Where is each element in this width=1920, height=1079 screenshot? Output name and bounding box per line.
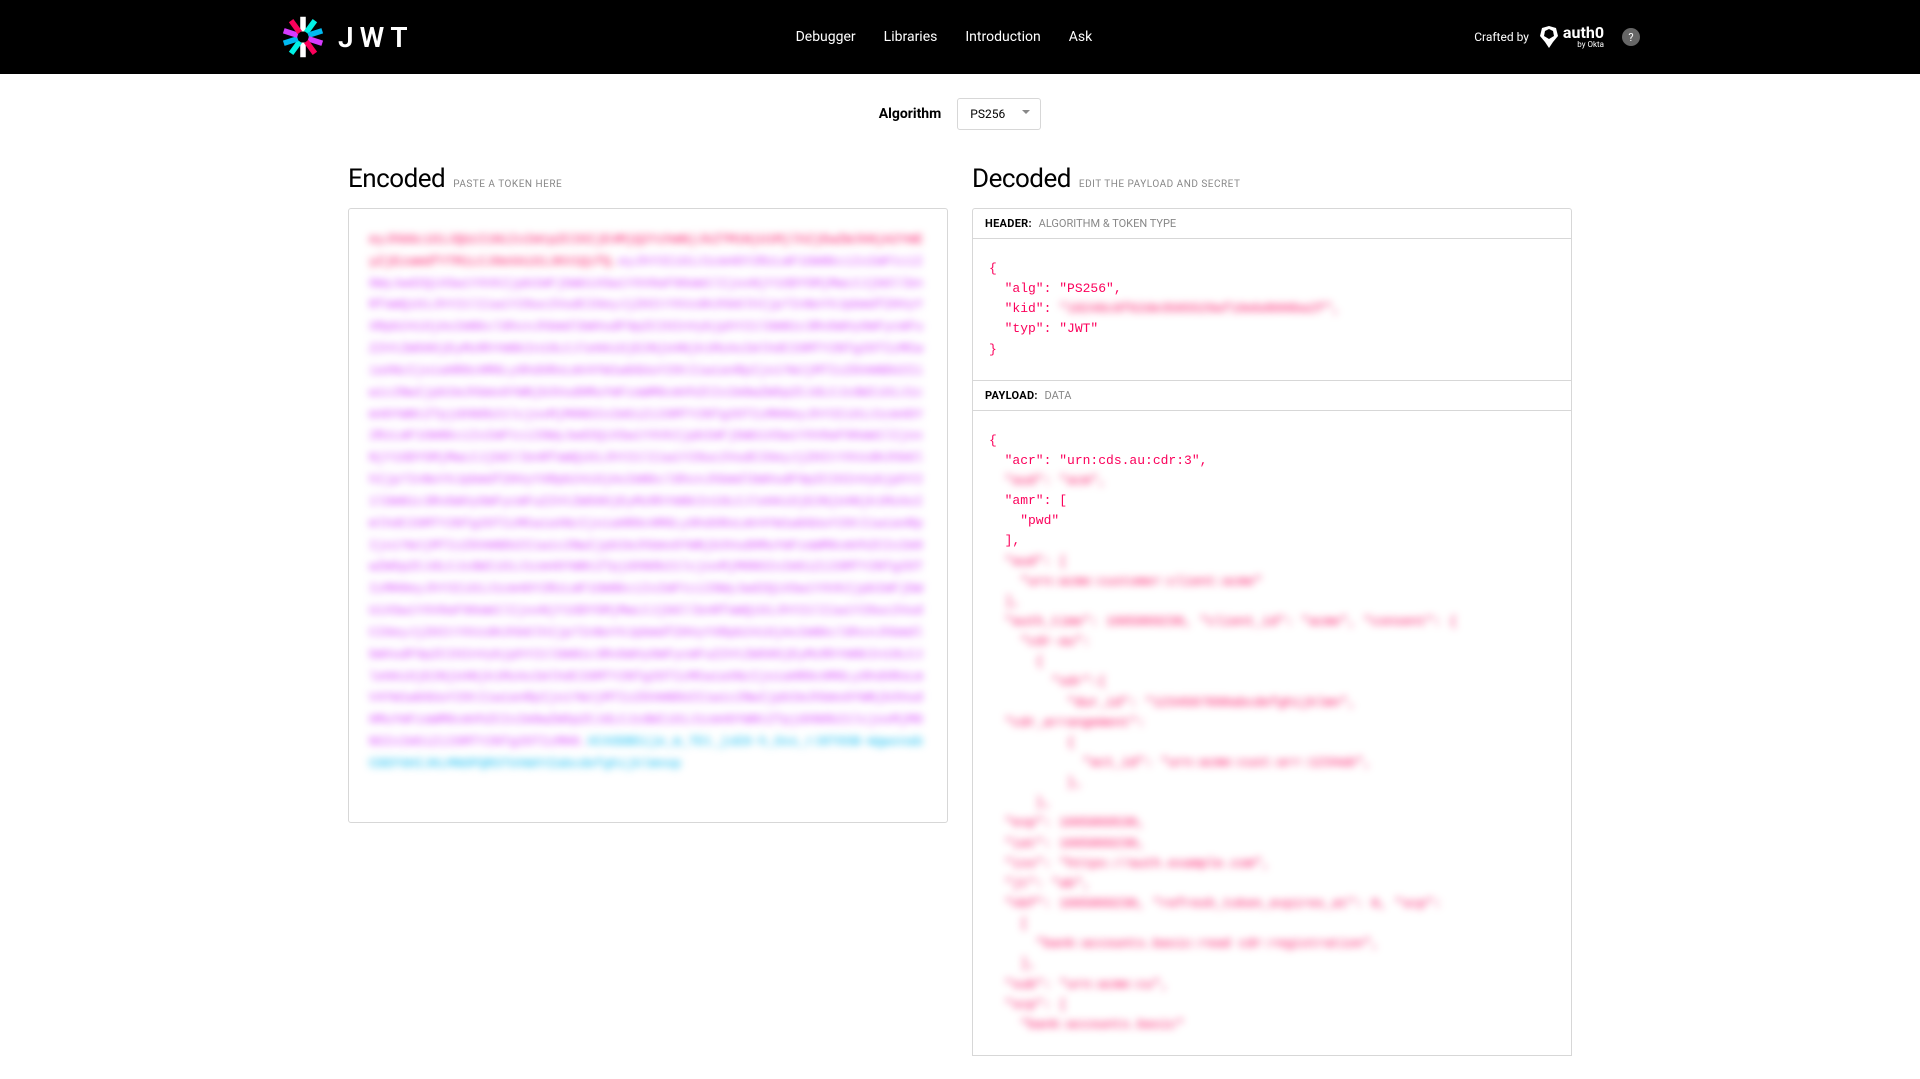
nav-libraries[interactable]: Libraries [884,29,938,45]
auth0-byokta: by Okta [1563,41,1604,49]
header-section-desc: ALGORITHM & TOKEN TYPE [1039,217,1176,230]
encoded-title: Encoded [348,164,445,194]
encoded-column: Encoded PASTE A TOKEN HERE eyJhbGciOiJQU… [348,164,948,1056]
auth0-text: auth0 [1563,25,1604,41]
jwt-wordmark: JWT [338,21,414,54]
decoded-title: Decoded [972,164,1071,194]
algorithm-select[interactable]: PS256 [957,98,1041,130]
header-json-editor[interactable]: { "alg": "PS256", "kid": "18246c8f62de35… [973,239,1571,380]
logo-area[interactable]: JWT [280,14,414,60]
nav-links: Debugger Libraries Introduction Ask [796,29,1093,45]
algorithm-row: Algorithm PS256 [0,74,1920,146]
auth0-logo[interactable]: auth0 by Okta [1539,25,1604,49]
help-icon[interactable]: ? [1622,28,1640,46]
payload-json-editor[interactable]: { "acr": "urn:cds.au:cdr:3", "aud": "acm… [973,411,1571,1055]
app-header: JWT Debugger Libraries Introduction Ask … [0,0,1920,74]
auth0-shield-icon [1539,26,1559,48]
payload-section-bar: PAYLOAD: DATA [973,381,1571,411]
token-payload-segment: eyJhY3IiOiJ1cm46Y2RzLmF1OmNkciIsImFtciI6… [369,254,923,749]
decoded-column: Decoded EDIT THE PAYLOAD AND SECRET HEAD… [972,164,1572,1056]
header-section-label: HEADER: [985,217,1032,230]
encoded-subtitle: PASTE A TOKEN HERE [453,179,562,190]
nav-debugger[interactable]: Debugger [796,29,856,45]
encoded-token-input[interactable]: eyJhbGciOiJQUzI1NiIsImtpZCI6IjE4MjQ2Yzhm… [348,208,948,823]
payload-section-label: PAYLOAD: [985,389,1038,402]
header-section-bar: HEADER: ALGORITHM & TOKEN TYPE [973,209,1571,239]
algorithm-label: Algorithm [879,106,942,122]
payload-section-desc: DATA [1045,389,1072,402]
payload-section: PAYLOAD: DATA { "acr": "urn:cds.au:cdr:3… [972,381,1572,1056]
header-section: HEADER: ALGORITHM & TOKEN TYPE { "alg": … [972,208,1572,381]
decoded-subtitle: EDIT THE PAYLOAD AND SECRET [1079,179,1241,190]
nav-ask[interactable]: Ask [1069,29,1092,45]
crafted-by: Crafted by auth0 by Okta ? [1474,25,1640,49]
algorithm-selected: PS256 [970,107,1005,121]
main-columns: Encoded PASTE A TOKEN HERE eyJhbGciOiJQU… [0,146,1920,1056]
nav-introduction[interactable]: Introduction [965,29,1040,45]
jwt-logo-icon [280,14,326,60]
crafted-label: Crafted by [1474,30,1529,44]
